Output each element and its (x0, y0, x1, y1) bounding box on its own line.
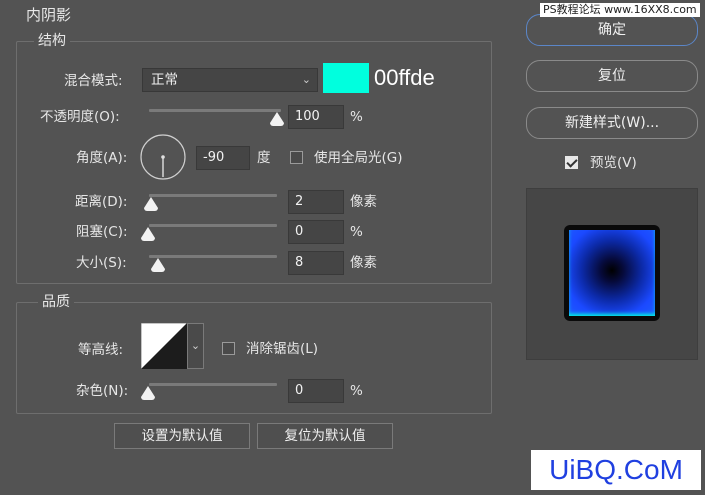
antialias-label: 消除锯齿(L) (246, 341, 319, 357)
choke-input[interactable]: 0 (288, 220, 344, 244)
distance-slider-thumb[interactable] (144, 197, 158, 211)
noise-slider-track[interactable] (149, 383, 277, 386)
preview-area (526, 188, 698, 360)
chevron-down-icon: ⌄ (190, 339, 201, 352)
size-label: 大小(S): (76, 255, 127, 271)
quality-legend: 品质 (38, 293, 74, 311)
color-hex-caption: 00ffde (374, 65, 435, 90)
opacity-slider-thumb[interactable] (270, 112, 284, 126)
opacity-slider-track[interactable] (149, 109, 281, 112)
make-default-button[interactable]: 设置为默认值 (114, 423, 250, 449)
blend-mode-value: 正常 (151, 72, 178, 88)
blend-mode-select[interactable]: 正常 ⌄ (142, 68, 318, 92)
dialog-title: 内阴影 (22, 6, 76, 24)
preview-label: 预览(V) (590, 155, 637, 171)
watermark-top: PS教程论坛 www.16XX8.com (540, 3, 700, 17)
global-light-checkbox[interactable] (290, 151, 303, 164)
contour-label: 等高线: (78, 342, 124, 358)
distance-input[interactable]: 2 (288, 190, 344, 214)
contour-thumbnail[interactable] (141, 323, 187, 369)
watermark-bottom: UiBQ.CoM (531, 450, 701, 490)
blend-mode-label: 混合模式: (64, 73, 123, 89)
angle-dial[interactable] (139, 133, 187, 181)
size-unit: 像素 (350, 255, 377, 271)
distance-unit: 像素 (350, 194, 377, 210)
opacity-unit: % (350, 109, 363, 125)
noise-unit: % (350, 383, 363, 399)
chevron-down-icon: ⌄ (301, 73, 311, 86)
opacity-label: 不透明度(O): (40, 109, 120, 125)
size-slider-thumb[interactable] (151, 258, 165, 272)
angle-unit: 度 (257, 150, 271, 166)
size-input[interactable]: 8 (288, 251, 344, 275)
size-slider-track[interactable] (149, 255, 277, 258)
noise-slider-thumb[interactable] (141, 386, 155, 400)
preview-thumbnail (569, 230, 655, 316)
distance-label: 距离(D): (75, 194, 128, 210)
noise-input[interactable]: 0 (288, 379, 344, 403)
contour-dropdown-button[interactable]: ⌄ (187, 323, 204, 369)
global-light-label: 使用全局光(G) (314, 150, 403, 166)
color-swatch[interactable] (323, 63, 369, 93)
angle-label: 角度(A): (76, 150, 128, 166)
choke-slider-track[interactable] (149, 224, 277, 227)
structure-legend: 结构 (34, 32, 70, 50)
antialias-checkbox[interactable] (222, 342, 235, 355)
reset-button[interactable]: 复位 (526, 60, 698, 92)
new-style-button[interactable]: 新建样式(W)... (526, 107, 698, 139)
preview-checkbox[interactable] (565, 156, 578, 169)
noise-label: 杂色(N): (76, 383, 129, 399)
angle-input[interactable]: -90 (196, 146, 250, 170)
distance-slider-track[interactable] (149, 194, 277, 197)
reset-default-button[interactable]: 复位为默认值 (257, 423, 393, 449)
choke-label: 阻塞(C): (76, 224, 128, 240)
ok-button[interactable]: 确定 (526, 14, 698, 46)
choke-unit: % (350, 224, 363, 240)
choke-slider-thumb[interactable] (141, 227, 155, 241)
opacity-input[interactable]: 100 (288, 105, 344, 129)
